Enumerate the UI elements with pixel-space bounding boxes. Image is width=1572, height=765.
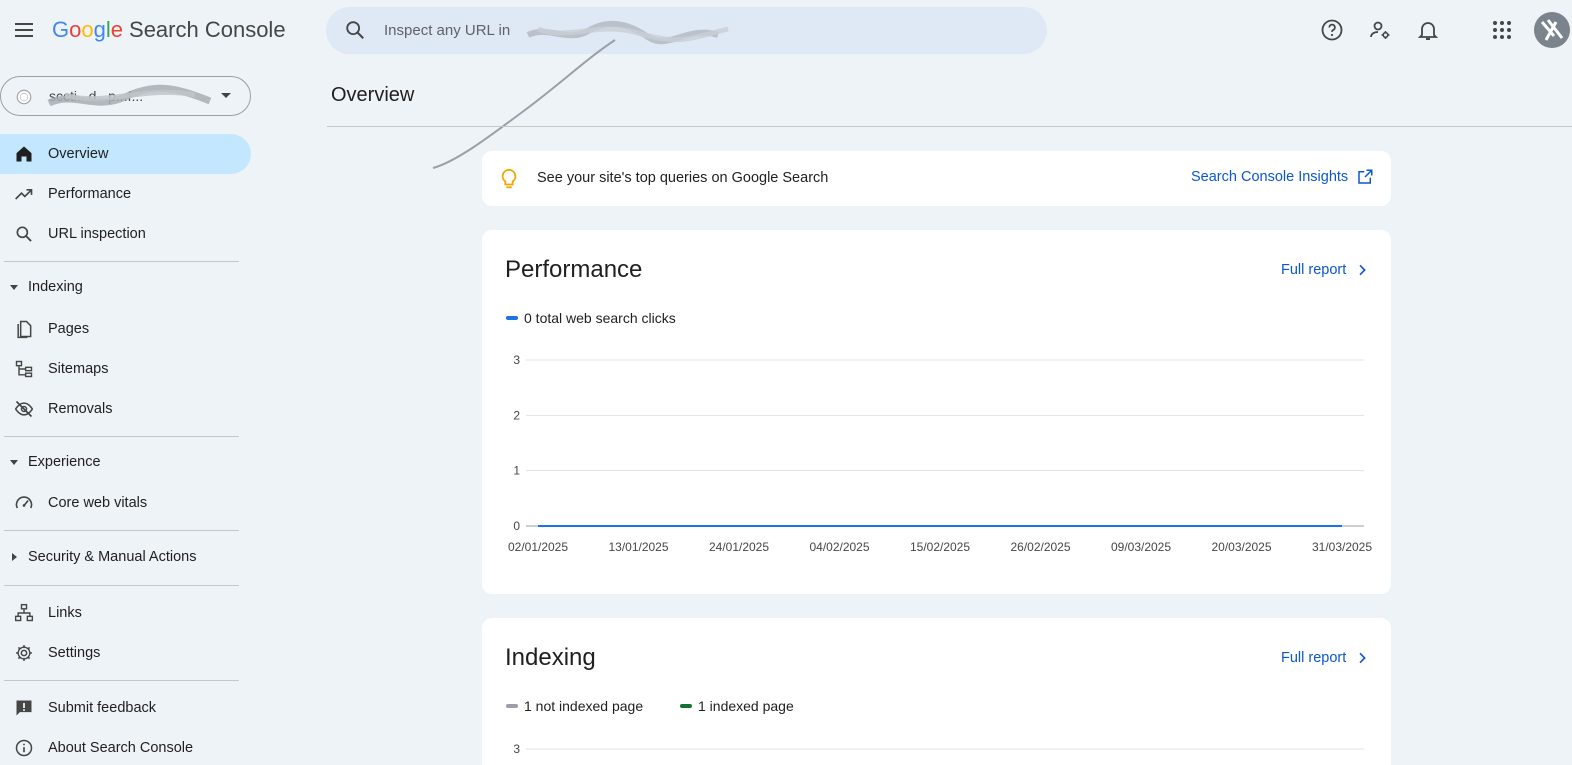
page-title: Overview bbox=[331, 84, 415, 106]
top-app-bar: Google Search Console bbox=[0, 0, 1572, 62]
speed-icon bbox=[15, 496, 33, 509]
trending-up-icon bbox=[15, 189, 33, 200]
sitemap-icon bbox=[15, 360, 33, 378]
sidebar-divider bbox=[4, 530, 239, 531]
account-avatar[interactable] bbox=[1534, 12, 1570, 48]
sidebar-item-links[interactable]: Links bbox=[0, 593, 251, 633]
sidebar-item-url-inspection[interactable]: URL inspection bbox=[0, 214, 251, 254]
sidebar-item-performance[interactable]: Performance bbox=[0, 174, 251, 214]
x-tick-label: 24/01/2025 bbox=[709, 540, 769, 554]
x-tick-label: 09/03/2025 bbox=[1111, 540, 1171, 554]
manage-accounts-icon[interactable] bbox=[1368, 18, 1392, 42]
caret-right-icon bbox=[12, 553, 17, 561]
sidebar-item-overview[interactable]: Overview bbox=[0, 134, 251, 174]
x-tick-label: 26/02/2025 bbox=[1010, 540, 1070, 554]
property-selector[interactable]: sccti...d...p...f... bbox=[0, 76, 251, 116]
y-tick-label: 2 bbox=[513, 408, 520, 422]
sidebar-section-security[interactable]: Security & Manual Actions bbox=[0, 540, 251, 576]
x-tick-label: 02/01/2025 bbox=[508, 540, 568, 554]
sidebar-divider bbox=[4, 680, 239, 681]
menu-icon[interactable] bbox=[12, 18, 36, 42]
insights-text: See your site's top queries on Google Se… bbox=[537, 170, 829, 186]
redaction-scribble bbox=[47, 84, 212, 107]
home-icon bbox=[16, 146, 32, 162]
sidebar-item-core-web-vitals[interactable]: Core web vitals bbox=[0, 483, 251, 523]
google-search-console-logo[interactable]: Google Search Console bbox=[52, 17, 286, 43]
sidebar-item-removals[interactable]: Removals bbox=[0, 389, 251, 429]
product-name: Search Console bbox=[129, 17, 286, 42]
sidebar-divider bbox=[4, 585, 239, 586]
y-tick-label: 0 bbox=[513, 519, 520, 533]
sidebar-section-indexing[interactable]: Indexing bbox=[0, 270, 251, 306]
chevron-down-icon bbox=[221, 93, 231, 98]
title-divider bbox=[327, 126, 1572, 127]
sidebar-item-submit-feedback[interactable]: Submit feedback bbox=[0, 688, 251, 728]
help-icon[interactable] bbox=[1320, 18, 1344, 42]
y-tick-label: 3 bbox=[513, 742, 520, 756]
info-icon bbox=[15, 739, 33, 757]
sidebar-item-pages[interactable]: Pages bbox=[0, 309, 251, 349]
search-icon bbox=[16, 226, 32, 242]
search-console-insights-link[interactable]: Search Console Insights bbox=[1191, 168, 1374, 186]
x-tick-label: 04/02/2025 bbox=[809, 540, 869, 554]
sidebar-divider bbox=[4, 436, 239, 437]
x-tick-label: 15/02/2025 bbox=[910, 540, 970, 554]
x-tick-label: 13/01/2025 bbox=[608, 540, 668, 554]
lightbulb-icon bbox=[501, 168, 517, 189]
y-tick-label: 3 bbox=[513, 353, 520, 367]
indexing-card: Indexing Full report 1 not indexed page … bbox=[482, 618, 1391, 765]
sidebar-section-experience[interactable]: Experience bbox=[0, 445, 251, 481]
performance-chart: 0 1 2 3 02/01/2025 13/01/2025 24/01/2025 04/02/… bbox=[508, 353, 1372, 554]
avatar-image bbox=[1534, 12, 1570, 48]
search-icon[interactable] bbox=[344, 19, 366, 41]
performance-card: Performance Full report 0 total web sear… bbox=[482, 230, 1391, 594]
sidebar-item-settings[interactable]: Settings bbox=[0, 633, 251, 673]
sidebar-item-about[interactable]: About Search Console bbox=[0, 728, 251, 765]
x-tick-label: 20/03/2025 bbox=[1211, 540, 1271, 554]
insights-banner: See your site's top queries on Google Se… bbox=[482, 151, 1391, 206]
notifications-icon[interactable] bbox=[1416, 18, 1440, 42]
gear-icon bbox=[16, 645, 32, 661]
indexing-chart: 3 bbox=[513, 742, 1364, 756]
feedback-icon bbox=[16, 700, 32, 716]
globe-icon bbox=[16, 89, 32, 105]
sidebar-divider bbox=[4, 261, 239, 262]
visibility-off-icon bbox=[14, 400, 34, 418]
links-icon bbox=[14, 603, 34, 622]
sidebar-item-sitemaps[interactable]: Sitemaps bbox=[0, 349, 251, 389]
open-in-new-icon bbox=[1358, 169, 1373, 184]
caret-down-icon bbox=[10, 285, 18, 290]
x-tick-label: 31/03/2025 bbox=[1312, 540, 1372, 554]
apps-grid-icon[interactable] bbox=[1490, 18, 1514, 42]
y-tick-label: 1 bbox=[513, 464, 520, 478]
pages-icon bbox=[17, 320, 32, 339]
caret-down-icon bbox=[10, 460, 18, 465]
